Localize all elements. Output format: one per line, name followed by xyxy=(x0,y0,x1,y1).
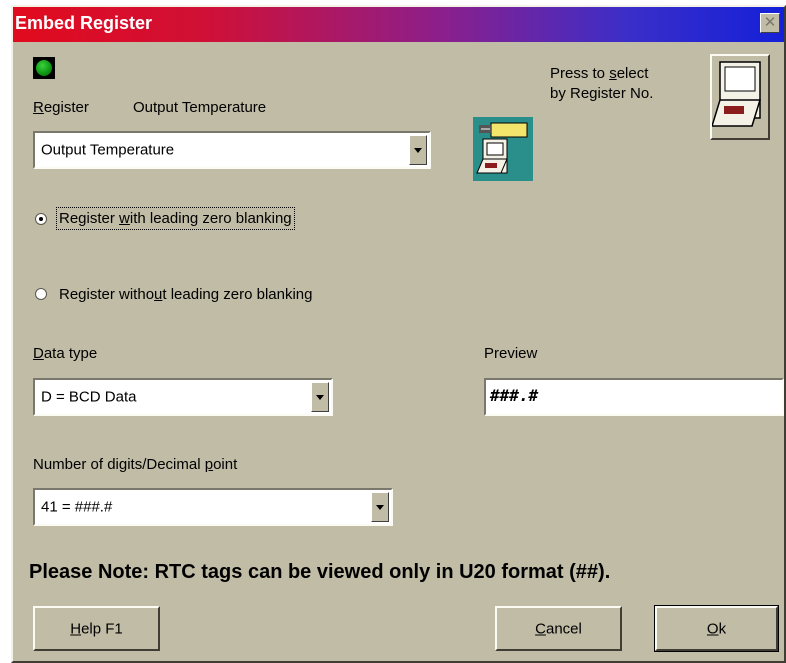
dropdown-arrow-icon[interactable] xyxy=(371,492,389,522)
preview-field: ###.# xyxy=(484,378,784,416)
close-button[interactable]: ✕ xyxy=(760,13,780,33)
ok-button-label: Ok xyxy=(706,620,727,637)
status-led-icon xyxy=(33,57,55,79)
help-button[interactable]: Help F1 xyxy=(33,606,160,651)
register-select-value: Output Temperature xyxy=(41,141,175,159)
radio-button-unchecked[interactable] xyxy=(35,288,47,300)
digits-label: Number of digits/Decimal point xyxy=(33,456,238,473)
current-register-name: Output Temperature xyxy=(133,99,267,116)
register-device-icon xyxy=(710,61,762,127)
embed-register-dialog: Embed Register ✕ Register Output Tempera… xyxy=(11,5,786,663)
radio-leading-zero-blanking-label[interactable]: Register with leading zero blanking xyxy=(56,207,295,230)
data-type-select-value: D = BCD Data xyxy=(41,388,137,406)
select-register-icon[interactable] xyxy=(473,117,533,181)
register-select[interactable]: Output Temperature xyxy=(33,131,431,169)
title-bar[interactable]: Embed Register ✕ xyxy=(13,7,784,42)
cancel-button-label: Cancel xyxy=(535,620,582,637)
data-type-select[interactable]: D = BCD Data xyxy=(33,378,333,416)
digits-select-value: 41 = ###.# xyxy=(41,498,113,516)
radio-button-checked[interactable] xyxy=(35,213,47,225)
dropdown-arrow-icon[interactable] xyxy=(311,382,329,412)
select-hint-line2: by Register No. xyxy=(550,85,654,102)
select-hint-line1: Press to select xyxy=(550,65,649,82)
digits-select[interactable]: 41 = ###.# xyxy=(33,488,393,526)
radio-leading-zero-blanking[interactable] xyxy=(35,213,48,226)
preview-value: ###.# xyxy=(490,386,539,405)
ok-button[interactable]: Ok xyxy=(654,605,779,652)
rtc-note: Please Note: RTC tags can be viewed only… xyxy=(29,561,611,583)
cancel-button[interactable]: Cancel xyxy=(495,606,622,651)
register-device-button[interactable] xyxy=(710,54,770,140)
register-label: Register xyxy=(33,99,89,116)
data-type-label: Data type xyxy=(33,345,98,362)
help-button-label: Help F1 xyxy=(70,620,123,637)
dropdown-arrow-icon[interactable] xyxy=(409,135,427,165)
radio-no-leading-zero-blanking[interactable] xyxy=(35,288,48,301)
radio-no-leading-zero-blanking-label[interactable]: Register without leading zero blanking xyxy=(59,286,313,303)
close-icon: ✕ xyxy=(763,14,777,31)
preview-label: Preview xyxy=(484,345,538,362)
dialog-title: Embed Register xyxy=(15,13,153,33)
